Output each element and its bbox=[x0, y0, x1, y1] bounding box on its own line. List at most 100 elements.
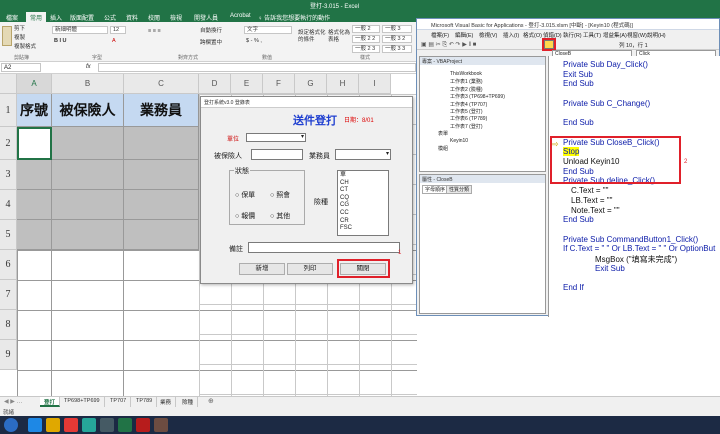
vba-menu-item[interactable]: 工具(T) bbox=[583, 31, 601, 39]
merge-center-button[interactable]: 跨欄置中 bbox=[200, 38, 222, 46]
column-header[interactable]: I bbox=[359, 74, 391, 94]
project-tree-item[interactable]: 工作表5 (登打) bbox=[450, 108, 483, 115]
code-line[interactable]: Exit Sub bbox=[563, 70, 593, 79]
row-header[interactable]: 9 bbox=[0, 340, 17, 370]
cond-format-button[interactable]: 設定格式化的條件 bbox=[298, 30, 326, 44]
ribbon-tab[interactable]: 插入 bbox=[46, 12, 66, 22]
ribbon-tab[interactable]: 常用 bbox=[26, 12, 47, 22]
vba-menu-item[interactable]: 檢視(V) bbox=[479, 31, 497, 39]
sheet-nav-icons[interactable]: ◀ ▶ … bbox=[4, 398, 23, 405]
tab-alpha[interactable]: 字母順序 bbox=[422, 185, 449, 194]
ie-icon[interactable] bbox=[28, 418, 42, 432]
code-window[interactable]: Private Sub Day_Click() Exit Sub End Sub Pr… bbox=[548, 56, 720, 317]
code-line[interactable]: End Sub bbox=[563, 118, 594, 127]
project-tree-item[interactable]: Keyin10 bbox=[450, 138, 468, 144]
row-header[interactable]: 3 bbox=[0, 160, 17, 190]
vba-menu-item[interactable]: 執行(R) bbox=[563, 31, 582, 39]
app-icon[interactable] bbox=[154, 418, 168, 432]
cell[interactable] bbox=[52, 220, 124, 250]
row-header[interactable]: 1 bbox=[0, 94, 17, 127]
cell[interactable] bbox=[17, 160, 52, 190]
column-header[interactable]: F bbox=[263, 74, 295, 94]
paste-icon[interactable] bbox=[2, 26, 12, 46]
format-table-button[interactable]: 格式化為表格 bbox=[328, 30, 350, 44]
ribbon-tab[interactable]: 檔案 bbox=[2, 12, 22, 22]
ribbon-tab[interactable]: ♀ 告訴我您想要執行的動作 bbox=[254, 12, 334, 22]
radio-quote[interactable]: ○ 報價 bbox=[235, 211, 255, 221]
name-box[interactable]: A2 bbox=[1, 63, 41, 72]
code-line[interactable]: C.Text = "" bbox=[571, 186, 608, 195]
select-all-corner[interactable] bbox=[0, 74, 17, 94]
font-name-select[interactable]: 新細明體 bbox=[52, 26, 108, 34]
sheet-tab[interactable]: 險種 bbox=[178, 397, 199, 407]
format-painter-button[interactable]: 複製格式 bbox=[14, 42, 36, 50]
selected-cell-a2[interactable] bbox=[17, 127, 52, 160]
risk-list-item[interactable]: CQ bbox=[340, 195, 386, 203]
ribbon-tab[interactable]: 檢視 bbox=[166, 12, 186, 22]
code-line[interactable]: Private Sub Day_Click() bbox=[563, 60, 648, 69]
wrap-text-button[interactable]: 自動換行 bbox=[200, 26, 222, 34]
bold-button[interactable]: B I U bbox=[54, 38, 67, 44]
project-tree-item[interactable]: 工作表1 (業務) bbox=[450, 78, 483, 85]
column-header[interactable]: A bbox=[17, 74, 52, 94]
vba-menu-item[interactable]: 檔案(F) bbox=[431, 31, 449, 39]
app-icon[interactable] bbox=[136, 418, 150, 432]
code-line[interactable]: End Sub bbox=[563, 79, 594, 88]
radio-other[interactable]: ○ 其他 bbox=[270, 211, 290, 221]
code-line[interactable]: Private Sub C_Change() bbox=[563, 99, 650, 108]
align-icons[interactable]: ≡ ≡ ≡ bbox=[148, 28, 161, 34]
vba-menu-item[interactable]: 說明(H) bbox=[647, 31, 666, 39]
vba-menu-item[interactable]: 格式(O) bbox=[523, 31, 542, 39]
style-normal22[interactable]: 一般 2 2 bbox=[352, 35, 380, 43]
risk-list-item[interactable]: CC bbox=[340, 210, 386, 218]
project-tree-item[interactable]: 工作表2 (險種) bbox=[450, 86, 483, 93]
cell[interactable] bbox=[124, 160, 199, 190]
code-line[interactable]: End Sub bbox=[563, 215, 594, 224]
risk-list-item[interactable]: CG bbox=[340, 202, 386, 210]
chrome-icon[interactable] bbox=[64, 418, 78, 432]
style-normal2[interactable]: 一般 2 bbox=[352, 25, 380, 33]
note-input[interactable] bbox=[248, 242, 400, 253]
insured-input[interactable] bbox=[251, 149, 303, 160]
style-normal23[interactable]: 一般 2 3 bbox=[352, 45, 380, 53]
style-normal3[interactable]: 一般 3 bbox=[382, 25, 412, 33]
sheet-tab[interactable]: TP789 bbox=[132, 397, 158, 407]
vba-menu-item[interactable]: 視窗(W) bbox=[627, 31, 647, 39]
ribbon-tab[interactable]: 公式 bbox=[100, 12, 120, 22]
ribbon-tab[interactable]: 開發人員 bbox=[190, 12, 222, 22]
tab-category[interactable]: 性質分類 bbox=[446, 185, 473, 194]
header-cell-agent[interactable]: 業務員 bbox=[124, 94, 199, 127]
font-size-select[interactable]: 12 bbox=[110, 26, 126, 34]
cell[interactable] bbox=[124, 190, 199, 220]
style-normal33[interactable]: 一般 3 3 bbox=[382, 45, 412, 53]
risk-list-item[interactable]: FSC bbox=[340, 225, 386, 233]
row-header[interactable]: 5 bbox=[0, 220, 17, 250]
radio-renew[interactable]: ○ 照會 bbox=[270, 190, 290, 200]
cell[interactable] bbox=[52, 160, 124, 190]
cell[interactable] bbox=[52, 190, 124, 220]
sheet-tab[interactable]: TP707 bbox=[106, 397, 132, 407]
row-header[interactable]: 8 bbox=[0, 310, 17, 340]
risk-list-item[interactable]: CR bbox=[340, 218, 386, 226]
column-header[interactable]: H bbox=[327, 74, 359, 94]
number-format-select[interactable]: 文字 bbox=[244, 26, 292, 34]
vba-menu-item[interactable]: 插入(I) bbox=[503, 31, 519, 39]
sheet-tab[interactable]: 登打 bbox=[40, 397, 61, 407]
row-header[interactable]: 6 bbox=[0, 250, 17, 280]
print-button[interactable]: 列印 bbox=[287, 263, 333, 275]
add-button[interactable]: 新增 bbox=[239, 263, 285, 275]
number-icons[interactable]: $ - % , bbox=[246, 38, 262, 44]
row-header[interactable]: 4 bbox=[0, 190, 17, 220]
unit-combobox[interactable]: ▾ bbox=[246, 133, 306, 142]
formula-input[interactable] bbox=[98, 63, 416, 72]
column-header[interactable]: E bbox=[231, 74, 263, 94]
fx-icon[interactable]: fx bbox=[86, 64, 91, 70]
risk-list-item[interactable]: CT bbox=[340, 187, 386, 195]
column-header[interactable]: B bbox=[52, 74, 124, 94]
row-header[interactable]: 7 bbox=[0, 280, 17, 310]
code-line[interactable]: If C.Text = " " Or LB.Text = " " Or Opti… bbox=[563, 244, 715, 253]
code-line[interactable]: End If bbox=[563, 283, 584, 292]
code-line[interactable]: Exit Sub bbox=[595, 264, 625, 273]
project-tree-item[interactable]: 工作表7 (登打) bbox=[450, 123, 483, 130]
radio-insure[interactable]: ○ 保單 bbox=[235, 190, 255, 200]
